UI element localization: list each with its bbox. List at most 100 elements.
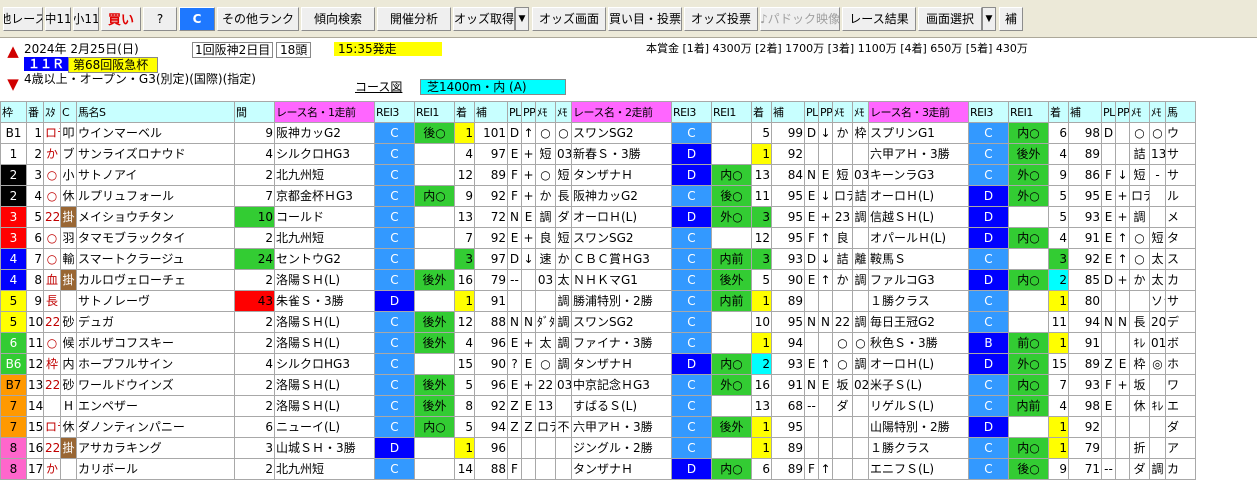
pl-cell: E <box>1101 206 1116 228</box>
column-header[interactable]: 枠 <box>0 101 27 123</box>
column-header[interactable]: 番 <box>26 101 44 123</box>
style-cell: 22 <box>43 374 61 396</box>
memo-cell <box>852 395 869 417</box>
table-row[interactable]: 2 3 ○ 小サトノアイ 2 北九州短 C 12 89 F + ○ 短タンザナＨ D 内○ 13 84 N E 短 03… <box>0 164 1196 186</box>
table-row[interactable]: 6 11 ○ 候ボルザコフスキー 2 洛陽ＳＨ(L) C 後外 4 96 E + 太調ファイナ・3勝 C 1… <box>0 332 1196 354</box>
memo-cell: 枠 <box>852 122 869 144</box>
column-header[interactable]: PP <box>521 101 536 123</box>
table-row[interactable]: B7 13 22 砂ワールドウインズ 2 洛陽ＳＨ(L) C 後外 5 96 E +22 03 中京記念Ｈ… <box>0 374 1196 396</box>
column-header[interactable]: ﾒﾓ <box>535 101 556 123</box>
column-header[interactable]: 間 <box>234 101 275 123</box>
column-header[interactable]: ﾒﾓ <box>852 101 869 123</box>
rei3-cell: C <box>374 164 415 186</box>
table-row[interactable]: B6 12 枠内ホープフルサイン 4 シルクロHG3 C 15 90? E ○ 調タンザナＨ D 内○ 2… <box>0 353 1196 375</box>
column-header[interactable]: 着 <box>751 101 772 123</box>
toolbar-button[interactable]: オッズ投票 <box>684 6 758 31</box>
race-name-cell: エニフＳ(L) <box>868 458 969 480</box>
pl-cell: D <box>1101 269 1116 291</box>
column-header[interactable]: REI3 <box>968 101 1009 123</box>
table-row[interactable]: 8 17 かカリボール 2 北九州短 C 14 88 F タンザナＨ D 内○ 6 89 F ↑ エニフＳ(L)… <box>0 458 1196 480</box>
pp-cell: ↓ <box>818 122 833 144</box>
toolbar-button[interactable]: 中11 <box>45 6 71 31</box>
memo-cell: ロテ <box>535 416 556 438</box>
table-row[interactable]: 8 16 22 掛アサカラキング 3 山城ＳＨ・3勝 D 1 96 ジングル・2勝 C 1 89 １勝クラ… <box>0 437 1196 459</box>
table-row[interactable]: 3 5 22 掛メイショウチタン 10 コールド C 13 72 N E 調ダオーロＨ(L) D 外○ 3 9… <box>0 206 1196 228</box>
column-header[interactable]: ｽﾀ <box>43 101 61 123</box>
pl-cell <box>1101 332 1116 354</box>
column-header[interactable]: ﾒﾓ <box>1129 101 1150 123</box>
column-header[interactable]: PP <box>1115 101 1130 123</box>
table-row[interactable]: 4 7 ○ 輸スマートクラージュ 24 セントウG2 C 3 97 D ↓ 速か ＣＢＣ賞ＨG3 C 内前 3… <box>0 248 1196 270</box>
column-header[interactable]: 着 <box>454 101 475 123</box>
column-header[interactable]: PL <box>804 101 819 123</box>
toolbar-button[interactable]: 傾向検索 <box>301 6 375 31</box>
toolbar-button[interactable]: 買い目・投票 <box>608 6 682 31</box>
rating-cell: 86 <box>1068 164 1102 186</box>
pp-cell: E <box>521 206 536 228</box>
column-header[interactable]: 馬名S <box>76 101 235 123</box>
table-row[interactable]: 4 8 血掛カルロヴェローチェ 2 洛陽ＳＨ(L) C 後外 16 79 -- 03 太 ＮＨＫマG1 C… <box>0 269 1196 291</box>
finish-cell: 3 <box>454 248 475 270</box>
next-race-arrow-icon[interactable]: ▼ <box>6 73 20 95</box>
column-header[interactable]: 着 <box>1048 101 1069 123</box>
toolbar-button[interactable]: 開催分析 <box>377 6 451 31</box>
column-header[interactable]: 補 <box>771 101 805 123</box>
toolbar-button[interactable]: レース結果 <box>842 6 916 31</box>
toolbar-button[interactable]: ♪パドック映像 <box>760 6 840 31</box>
table-row[interactable]: 715ロテ休ダノンティンパニー6ニューイ(L)C内○594ZZロテ不六甲アＨ・3… <box>0 416 1196 438</box>
dropdown-arrow-icon[interactable]: ▼ <box>982 6 996 31</box>
toolbar-button[interactable]: ? <box>143 6 177 31</box>
column-header[interactable]: 補 <box>474 101 508 123</box>
column-header[interactable]: 馬 <box>1165 101 1196 123</box>
toolbar-button[interactable]: 補 <box>999 6 1023 31</box>
toolbar-button[interactable]: 小11 <box>73 6 99 31</box>
column-header[interactable]: ﾒﾓ <box>1149 101 1166 123</box>
column-header[interactable]: ﾒﾓ <box>832 101 853 123</box>
memo-cell: か <box>832 269 853 291</box>
dropdown-arrow-icon[interactable]: ▼ <box>515 6 529 31</box>
prev-race-arrow-icon[interactable]: ▲ <box>6 40 20 62</box>
column-header[interactable]: PP <box>818 101 833 123</box>
pl-cell: N <box>1101 311 1116 333</box>
table-row[interactable]: 1 2 かブサンライズロナウド 4 シルクロHG3 C 4 97 E + 短 03 新春Ｓ・3勝 D 1 92… <box>0 143 1196 165</box>
toolbar-button[interactable]: 他レース <box>3 6 43 31</box>
rei3-cell: C <box>374 269 415 291</box>
rei3-cell: D <box>968 185 1009 207</box>
column-header[interactable]: REI1 <box>414 101 455 123</box>
table-row[interactable]: 3 6 ○ 羽タマモブラックタイ 2 北九州短 C 7 92 E + 良短スワンSG2 C 12 95 F ↑ 良… <box>0 227 1196 249</box>
column-header[interactable]: REI3 <box>671 101 712 123</box>
pl-cell: Z <box>1101 353 1116 375</box>
column-header[interactable]: 補 <box>1068 101 1102 123</box>
column-header[interactable]: PL <box>1101 101 1116 123</box>
memo-cell: 03 <box>535 269 556 291</box>
toolbar-button[interactable]: オッズ画面 <box>532 6 606 31</box>
column-header[interactable]: REI3 <box>374 101 415 123</box>
column-header[interactable]: REI1 <box>1008 101 1049 123</box>
table-row[interactable]: B11ロテ叩ウインマーベル9阪神カッG2C後○1101D↑○○スワンSG2C59… <box>0 122 1196 144</box>
finish-cell: 4 <box>1048 227 1069 249</box>
toolbar-button[interactable]: 画面選択 <box>918 6 982 31</box>
memo-cell: ○ <box>1129 248 1150 270</box>
table-row[interactable]: 2 4 ○ 休ルプリュフォール 7 京都金杯ＨG3 C 内○ 9 92 F + か長阪神カッG2 C 後○ 1… <box>0 185 1196 207</box>
column-header[interactable]: REI1 <box>711 101 752 123</box>
memo-cell: 調 <box>852 206 869 228</box>
toolbar-button[interactable]: オッズ取得 <box>453 6 515 31</box>
horse-name-cell: タマモブラックタイ <box>76 227 235 249</box>
memo-cell <box>832 290 853 312</box>
toolbar-button[interactable]: 買い <box>101 6 141 31</box>
toolbar-button[interactable]: C <box>179 6 215 31</box>
finish-cell: 1 <box>751 290 772 312</box>
table-row[interactable]: 5 10 22 砂デュガ 2 洛陽ＳＨ(L) C 後外 12 88 N N ﾀﾞﾀ調スワンSG2 C 10 9… <box>0 311 1196 333</box>
table-row[interactable]: 7 14 H エンペザー 2 洛陽ＳＨ(L) C 後外 8 92 Z E 13 すばるＳ(L) C 13 68-… <box>0 395 1196 417</box>
course-map-link[interactable]: コース図 <box>355 80 402 94</box>
pl-cell: Z <box>507 416 522 438</box>
column-header[interactable]: ﾒﾓ <box>555 101 572 123</box>
column-header[interactable]: C <box>60 101 77 123</box>
column-header[interactable]: PL <box>507 101 522 123</box>
toolbar-button[interactable]: その他ランク <box>217 6 299 31</box>
horse-number-cell: 10 <box>26 311 44 333</box>
column-header[interactable]: レース名・2走前 <box>571 101 672 123</box>
column-header[interactable]: レース名・1走前 <box>274 101 375 123</box>
table-row[interactable]: 5 9 長サトノレーヴ 43 朱雀Ｓ・3勝 D 1 91 調勝浦特別・2勝 C 内前 1 89 １勝クラス… <box>0 290 1196 312</box>
column-header[interactable]: レース名・3走前 <box>868 101 969 123</box>
